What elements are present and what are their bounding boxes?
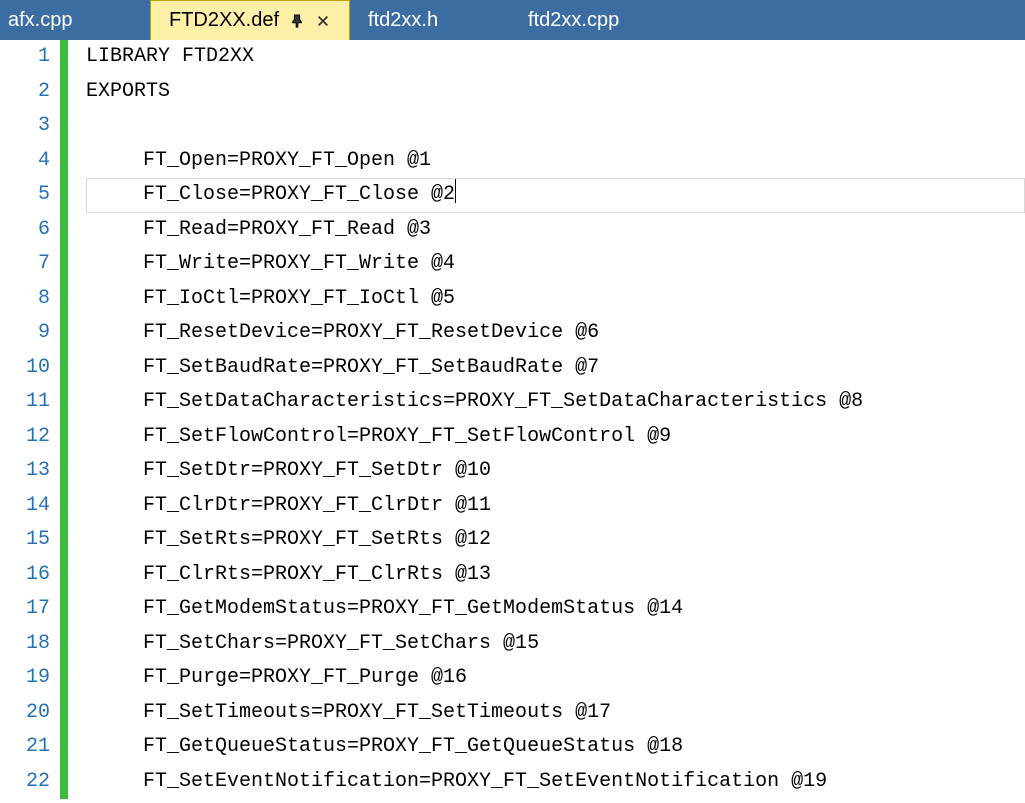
line-number-gutter: 12345678910111213141516171819202122: [0, 40, 60, 803]
code-line[interactable]: FT_SetEventNotification=PROXY_FT_SetEven…: [86, 765, 1025, 800]
close-icon[interactable]: [315, 13, 331, 29]
line-number: 10: [0, 351, 50, 386]
line-number: 17: [0, 592, 50, 627]
code-line[interactable]: FT_Open=PROXY_FT_Open @1: [86, 144, 1025, 179]
change-mark: [60, 282, 68, 317]
line-number: 15: [0, 523, 50, 558]
code-line[interactable]: FT_Purge=PROXY_FT_Purge @16: [86, 661, 1025, 696]
code-line[interactable]: FT_Read=PROXY_FT_Read @3: [86, 213, 1025, 248]
change-mark: [60, 627, 68, 662]
line-number: 21: [0, 730, 50, 765]
code-line[interactable]: FT_GetModemStatus=PROXY_FT_GetModemStatu…: [86, 592, 1025, 627]
code-line[interactable]: FT_ClrRts=PROXY_FT_ClrRts @13: [86, 558, 1025, 593]
change-mark: [60, 661, 68, 696]
change-mark: [60, 592, 68, 627]
tab-label: FTD2XX.def: [169, 9, 279, 32]
code-line[interactable]: FT_SetRts=PROXY_FT_SetRts @12: [86, 523, 1025, 558]
tab-label: ftd2xx.cpp: [528, 9, 652, 32]
change-mark: [60, 40, 68, 75]
line-number: 18: [0, 627, 50, 662]
change-mark: [60, 454, 68, 489]
line-number: 3: [0, 109, 50, 144]
code-line[interactable]: FT_ClrDtr=PROXY_FT_ClrDtr @11: [86, 489, 1025, 524]
text-cursor: [455, 179, 456, 203]
change-mark: [60, 75, 68, 110]
pin-icon[interactable]: [289, 13, 305, 29]
code-text-area[interactable]: LIBRARY FTD2XXEXPORTS FT_Open=PROXY_FT_Op…: [68, 40, 1025, 803]
change-mark: [60, 385, 68, 420]
line-number: 22: [0, 765, 50, 800]
change-mark: [60, 765, 68, 800]
line-number: 2: [0, 75, 50, 110]
line-number: 19: [0, 661, 50, 696]
tab-ftd2xx-h[interactable]: ftd2xx.h: [350, 0, 510, 40]
code-line[interactable]: FT_IoCtl=PROXY_FT_IoCtl @5: [86, 282, 1025, 317]
change-mark: [60, 144, 68, 179]
code-line[interactable]: FT_SetChars=PROXY_FT_SetChars @15: [86, 627, 1025, 662]
change-mark: [60, 558, 68, 593]
tab-label: afx.cpp: [8, 9, 132, 32]
tab-ftd2xx-def[interactable]: FTD2XX.def: [150, 0, 350, 40]
tab-label: ftd2xx.h: [368, 9, 492, 32]
code-line[interactable]: FT_GetQueueStatus=PROXY_FT_GetQueueStatu…: [86, 730, 1025, 765]
line-number: 7: [0, 247, 50, 282]
code-line[interactable]: FT_SetFlowControl=PROXY_FT_SetFlowContro…: [86, 420, 1025, 455]
change-mark: [60, 351, 68, 386]
line-number: 14: [0, 489, 50, 524]
line-number: 6: [0, 213, 50, 248]
change-mark: [60, 420, 68, 455]
code-line[interactable]: FT_Write=PROXY_FT_Write @4: [86, 247, 1025, 282]
code-line[interactable]: FT_SetDataCharacteristics=PROXY_FT_SetDa…: [86, 385, 1025, 420]
change-mark: [60, 730, 68, 765]
change-mark: [60, 178, 68, 213]
change-mark: [60, 109, 68, 144]
line-number: 16: [0, 558, 50, 593]
line-number: 13: [0, 454, 50, 489]
code-line[interactable]: EXPORTS: [86, 75, 1025, 110]
line-number: 5: [0, 178, 50, 213]
code-line[interactable]: FT_SetDtr=PROXY_FT_SetDtr @10: [86, 454, 1025, 489]
code-line[interactable]: FT_ResetDevice=PROXY_FT_ResetDevice @6: [86, 316, 1025, 351]
code-line[interactable]: [86, 109, 1025, 144]
code-line[interactable]: FT_SetTimeouts=PROXY_FT_SetTimeouts @17: [86, 696, 1025, 731]
line-number: 20: [0, 696, 50, 731]
change-mark: [60, 247, 68, 282]
code-line[interactable]: FT_Close=PROXY_FT_Close @2: [86, 178, 1025, 213]
change-mark: [60, 523, 68, 558]
line-number: 9: [0, 316, 50, 351]
line-number: 8: [0, 282, 50, 317]
line-number: 1: [0, 40, 50, 75]
change-marker-column: [60, 40, 68, 803]
line-number: 4: [0, 144, 50, 179]
change-mark: [60, 696, 68, 731]
code-line[interactable]: LIBRARY FTD2XX: [86, 40, 1025, 75]
tab-ftd2xx-cpp[interactable]: ftd2xx.cpp: [510, 0, 670, 40]
code-editor[interactable]: 12345678910111213141516171819202122 LIBR…: [0, 40, 1025, 803]
line-number: 12: [0, 420, 50, 455]
tab-afx-cpp[interactable]: afx.cpp: [0, 0, 150, 40]
line-number: 11: [0, 385, 50, 420]
change-mark: [60, 489, 68, 524]
change-mark: [60, 316, 68, 351]
change-mark: [60, 213, 68, 248]
code-line[interactable]: FT_SetBaudRate=PROXY_FT_SetBaudRate @7: [86, 351, 1025, 386]
tab-bar: afx.cpp FTD2XX.def ftd2xx.h ftd2xx.cpp: [0, 0, 1025, 40]
